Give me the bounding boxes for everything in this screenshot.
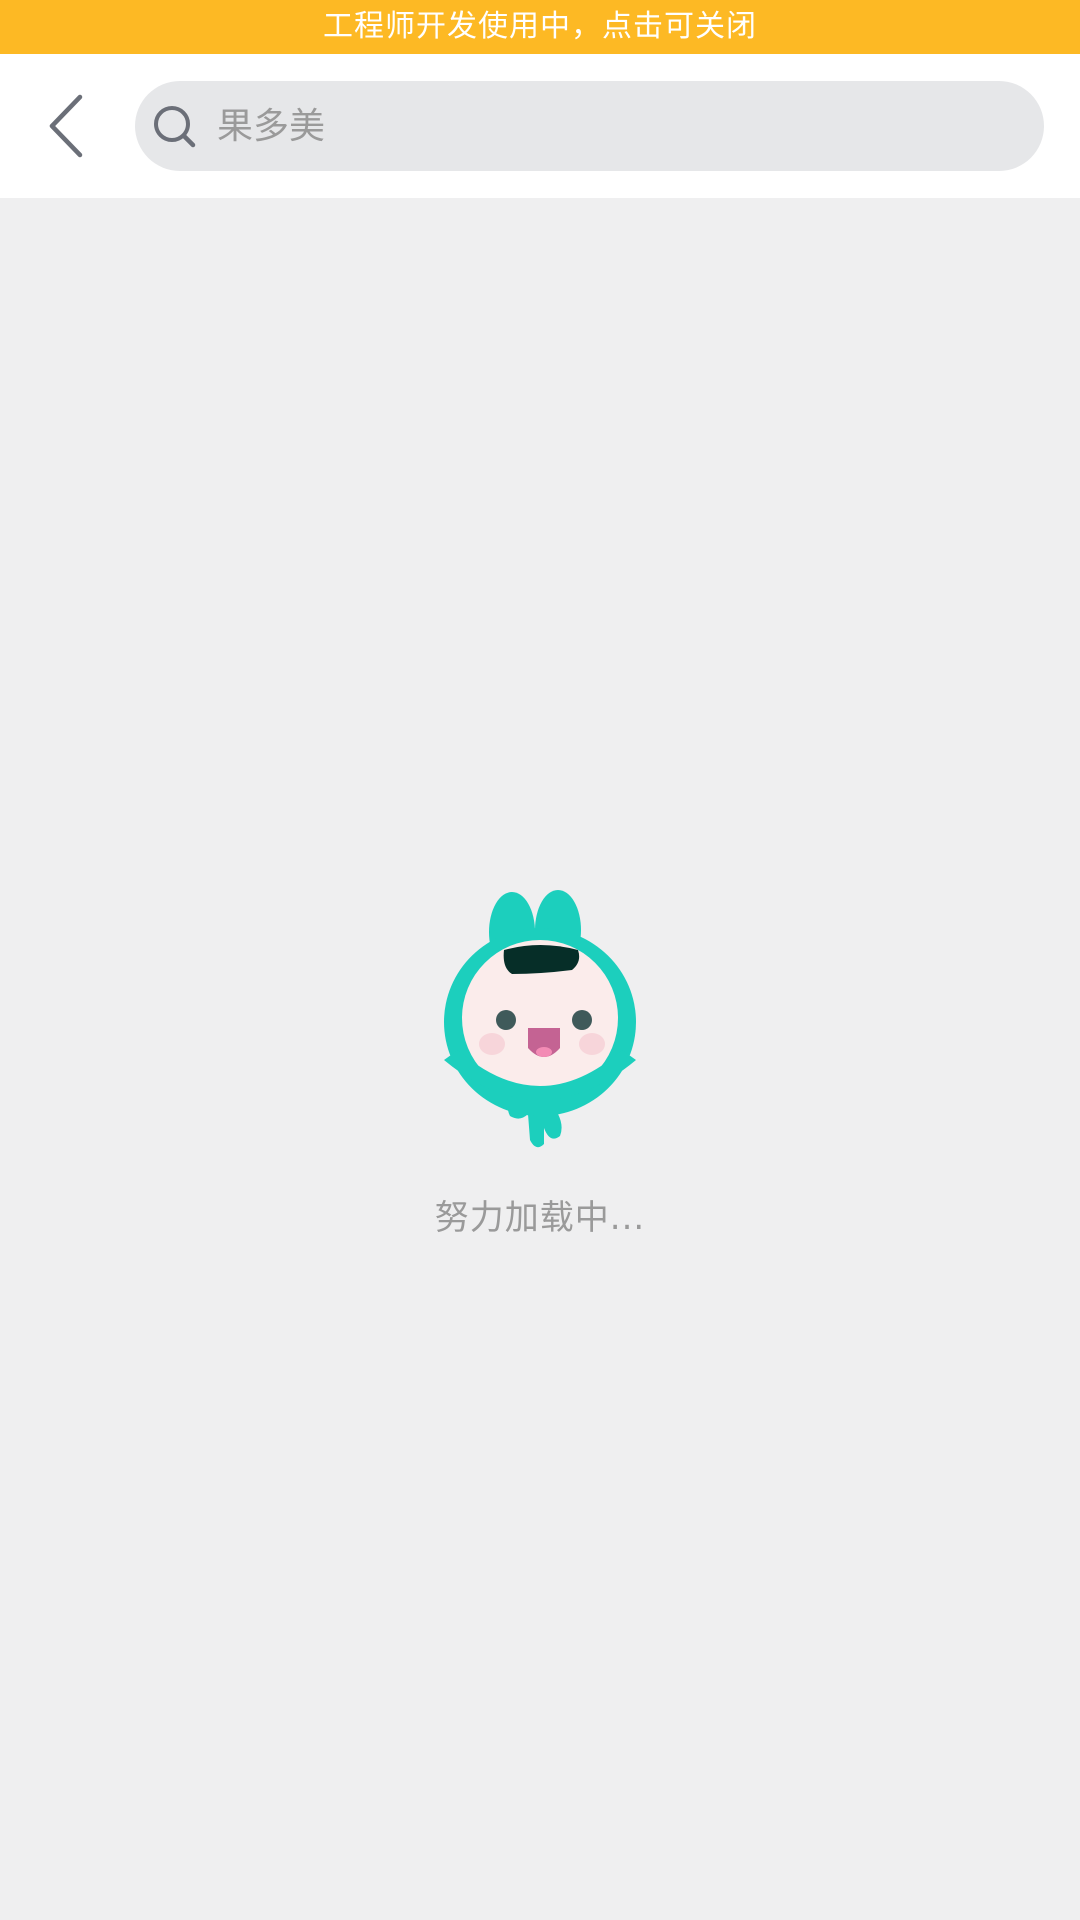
loading-text: 努力加载中... [434, 1198, 646, 1238]
search-box[interactable] [135, 81, 1044, 171]
mascot-image [444, 890, 636, 1148]
loading-indicator: 努力加载中... [0, 890, 1080, 1250]
search-icon [154, 106, 196, 148]
search-input[interactable] [217, 81, 1017, 171]
chevron-left-icon [49, 94, 83, 158]
dev-mode-banner[interactable]: 工程师开发使用中，点击可关闭 [0, 0, 1080, 54]
back-button[interactable] [30, 88, 106, 164]
top-header [0, 54, 1080, 198]
